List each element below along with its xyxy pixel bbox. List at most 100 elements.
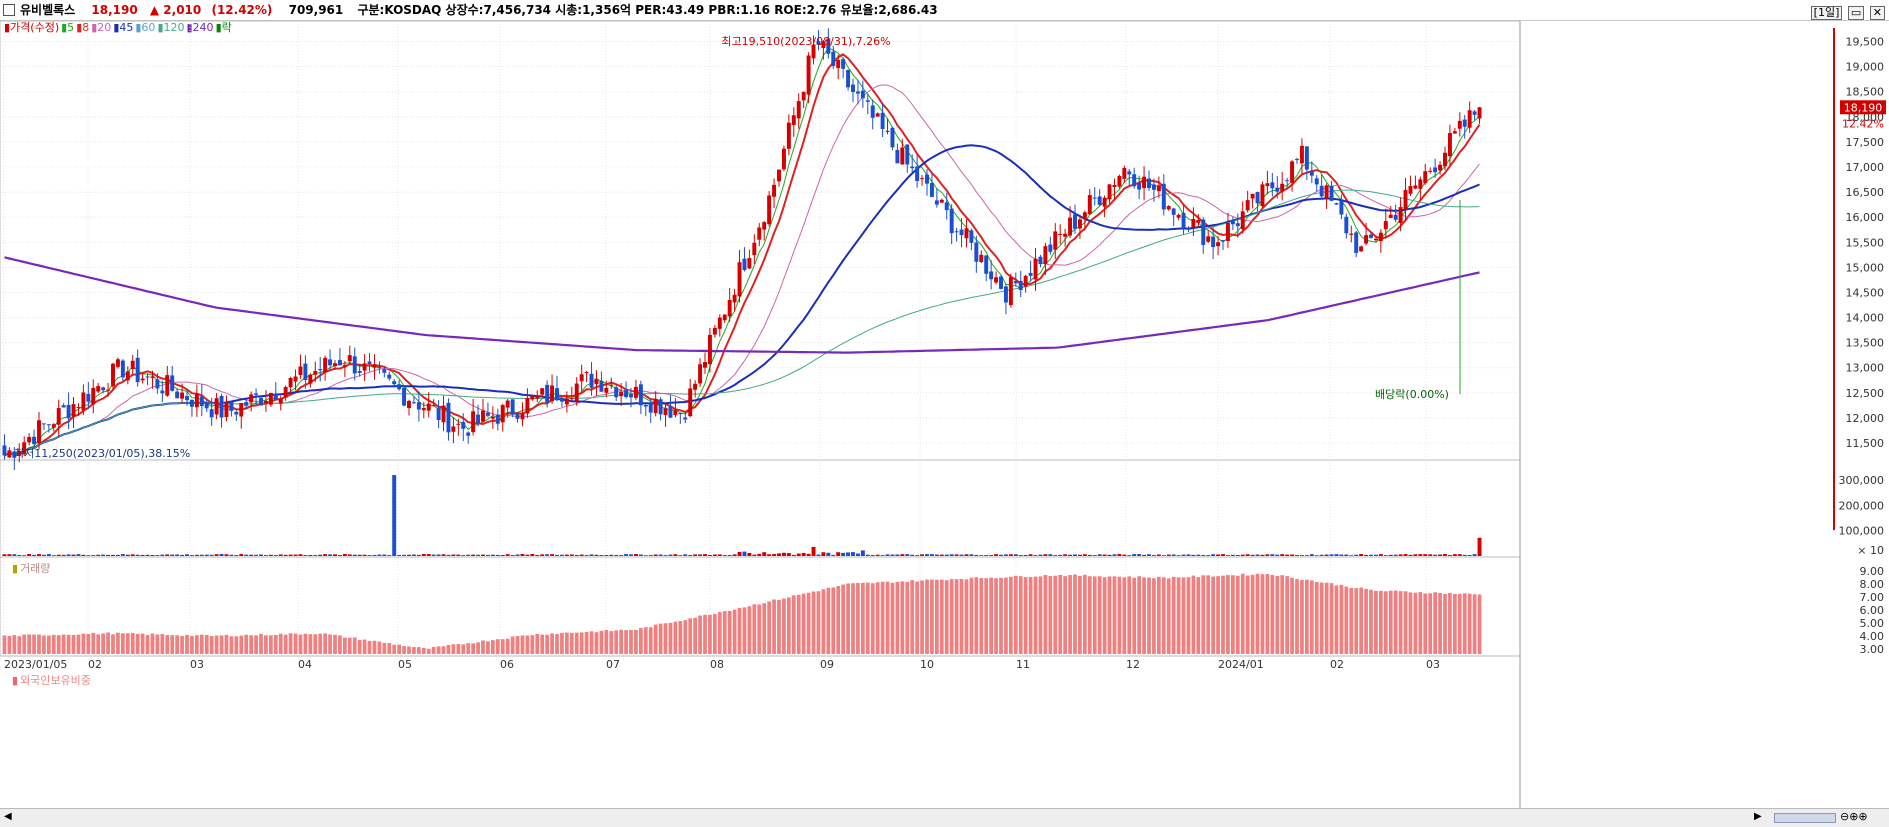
volume-bar: [1383, 555, 1388, 556]
foreign-bar: [61, 634, 66, 654]
candle-body: [1398, 207, 1403, 223]
candle-body: [1171, 208, 1176, 215]
volume-bar: [530, 553, 535, 556]
scroll-left-icon[interactable]: ◀: [4, 811, 12, 822]
volume-bar: [27, 553, 32, 556]
candle-body: [1255, 192, 1260, 204]
low-annotation: 최저11,250(2023/01/05),38.15%: [14, 447, 190, 460]
volume-bar: [707, 555, 712, 556]
foreign-bar: [767, 601, 772, 654]
volume-bar: [1008, 554, 1013, 556]
volume-bar: [1260, 554, 1265, 556]
foreign-bar: [752, 604, 757, 654]
foreign-bar: [831, 587, 836, 654]
candle-body: [249, 394, 254, 403]
foreign-bar: [959, 579, 964, 654]
foreign-bar: [1102, 577, 1107, 654]
volume-bar: [905, 554, 910, 556]
volume-bar: [939, 554, 944, 556]
foreign-bar: [367, 640, 372, 654]
volume-bar: [747, 552, 752, 556]
candle-body: [653, 398, 658, 414]
stock-chart[interactable]: 11,500 12,000 12,500 13,000 13,500 14,000 14,5…: [0, 0, 1889, 826]
volume-bar: [688, 555, 693, 556]
foreign-bar: [254, 635, 258, 654]
candle-body: [1364, 235, 1369, 244]
foreign-bar: [476, 642, 480, 654]
volume-bar: [984, 555, 989, 556]
candle-body: [777, 169, 781, 182]
foreign-bar: [308, 634, 313, 654]
volume-bar: [382, 554, 387, 556]
foreign-bar: [786, 597, 791, 654]
candle-body: [1290, 161, 1295, 183]
foreign-bar: [1329, 583, 1334, 654]
candle-body: [372, 364, 377, 368]
candle-body: [1408, 186, 1413, 194]
candle-body: [1053, 231, 1058, 250]
foreign-bar: [1403, 591, 1408, 654]
volume-bar: [426, 554, 431, 556]
volume-bar: [91, 555, 96, 556]
foreign-bar: [1201, 575, 1206, 654]
candle-body: [96, 386, 101, 392]
zoom-icons[interactable]: ⊖⊕⊕: [1840, 810, 1868, 823]
foreign-bar: [708, 614, 712, 654]
candle-body: [185, 396, 189, 401]
candle-body: [1383, 221, 1388, 230]
scroll-right-icon[interactable]: ▶: [1754, 811, 1762, 822]
y-tick-label: 11,500: [1846, 437, 1885, 450]
candle-body: [150, 376, 155, 378]
candle-body: [328, 359, 333, 366]
volume-bar: [855, 553, 860, 556]
foreign-bar: [1191, 575, 1196, 654]
foreign-bar: [1452, 593, 1457, 654]
volume-bar: [1053, 555, 1058, 556]
candle-body: [1102, 197, 1107, 207]
volume-tick-label: 100,000: [1839, 525, 1885, 538]
volume-bar: [1068, 554, 1073, 556]
candle-body: [1132, 174, 1137, 187]
volume-bar: [619, 555, 624, 556]
foreign-bar: [323, 633, 328, 654]
candle-body: [757, 227, 762, 240]
candle-body: [1457, 120, 1462, 129]
foreign-bar: [56, 635, 61, 654]
volume-bar: [737, 551, 742, 556]
volume-bar: [900, 554, 905, 556]
candle-body: [1314, 178, 1319, 185]
candle-body: [1176, 214, 1181, 218]
axes: 11,500 12,000 12,500 13,000 13,500 14,000 14,5…: [4, 36, 1884, 671]
candle-body: [584, 372, 589, 374]
candle-body: [895, 149, 900, 164]
volume-bar: [925, 554, 929, 556]
volume-bar: [1438, 554, 1443, 556]
volume-bar: [278, 554, 283, 556]
scrollbar[interactable]: ◀ ▶ ⊖⊕⊕: [0, 808, 1889, 827]
foreign-bar: [130, 632, 135, 654]
foreign-bar: [1112, 576, 1117, 654]
foreign-tick-label: 4.00: [1860, 630, 1885, 643]
foreign-bar: [1142, 577, 1146, 654]
volume-bar: [1314, 555, 1319, 556]
volume-bar: [574, 554, 579, 556]
candle-body: [219, 395, 224, 418]
foreign-bar: [1467, 593, 1472, 654]
foreign-bar: [594, 632, 599, 654]
candle-body: [619, 391, 624, 397]
foreign-bar: [1196, 577, 1201, 654]
candle-body: [318, 369, 323, 371]
foreign-bar: [1186, 577, 1191, 654]
foreign-bar: [1087, 576, 1092, 654]
candle-body: [224, 402, 229, 418]
foreign-bar: [1433, 592, 1438, 654]
x-tick-label: 02: [88, 658, 102, 671]
y-tick-label: 12,000: [1846, 412, 1885, 425]
zoom-slider[interactable]: [1774, 813, 1836, 823]
volume-bar: [949, 554, 954, 556]
foreign-bar: [653, 624, 658, 654]
foreign-bar: [712, 613, 717, 654]
volume-bar: [668, 554, 673, 556]
candle-body: [1122, 168, 1127, 179]
candle-body: [1201, 219, 1206, 245]
